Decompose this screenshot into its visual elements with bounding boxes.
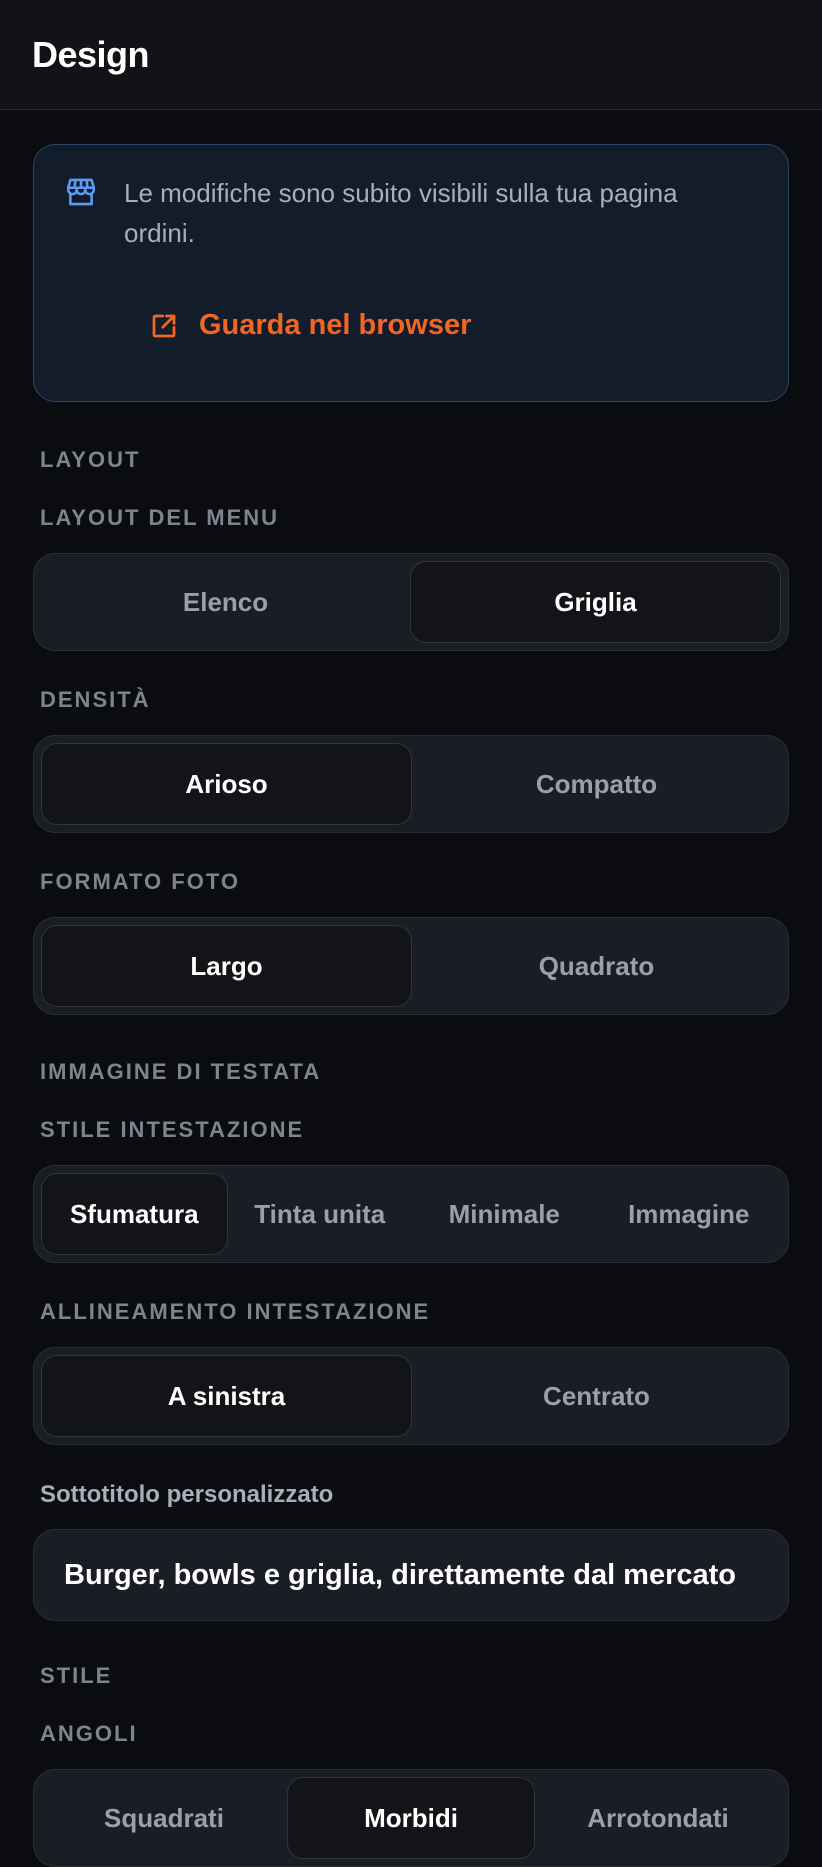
storefront-icon xyxy=(66,178,96,206)
view-in-browser-link[interactable]: Guarda nel browser xyxy=(149,309,471,342)
header-alignment-option-center[interactable]: Centrato xyxy=(412,1355,781,1437)
density-label: DENSITÀ xyxy=(40,687,151,712)
header-alignment-option-left[interactable]: A sinistra xyxy=(41,1355,412,1437)
photo-format-label: FORMATO FOTO xyxy=(40,869,240,894)
menu-layout-option-list[interactable]: Elenco xyxy=(41,561,410,643)
header-style-option-solid[interactable]: Tinta unita xyxy=(228,1173,413,1255)
header-style-option-image[interactable]: Immagine xyxy=(597,1173,782,1255)
density-selector: Arioso Compatto xyxy=(33,735,789,833)
section-style-label: STILE xyxy=(40,1663,113,1688)
corners-label: ANGOLI xyxy=(40,1721,138,1746)
custom-subtitle-label: Sottotitolo personalizzato xyxy=(40,1481,334,1508)
view-in-browser-label: Guarda nel browser xyxy=(199,309,472,341)
corners-option-square[interactable]: Squadrati xyxy=(41,1777,287,1859)
density-option-airy[interactable]: Arioso xyxy=(41,743,412,825)
photo-format-option-square[interactable]: Quadrato xyxy=(412,925,781,1007)
header-style-selector: Sfumatura Tinta unita Minimale Immagine xyxy=(33,1165,789,1263)
menu-layout-label: LAYOUT DEL MENU xyxy=(40,505,280,530)
photo-format-option-wide[interactable]: Largo xyxy=(41,925,412,1007)
header-style-option-gradient[interactable]: Sfumatura xyxy=(41,1173,228,1255)
external-link-icon xyxy=(152,314,176,337)
header-alignment-selector: A sinistra Centrato xyxy=(33,1347,789,1445)
custom-subtitle-input[interactable] xyxy=(33,1529,789,1621)
header-style-option-minimal[interactable]: Minimale xyxy=(412,1173,597,1255)
header-style-label: STILE INTESTAZIONE xyxy=(40,1117,305,1142)
info-text: Le modifiche sono subito visibili sulla … xyxy=(124,178,678,248)
corners-selector: Squadrati Morbidi Arrotondati xyxy=(33,1769,789,1867)
corners-option-soft[interactable]: Morbidi xyxy=(287,1777,535,1859)
section-header-image-label: IMMAGINE DI TESTATA xyxy=(40,1059,322,1084)
corners-option-rounded[interactable]: Arrotondati xyxy=(535,1777,781,1859)
info-card: Le modifiche sono subito visibili sulla … xyxy=(33,144,789,402)
photo-format-selector: Largo Quadrato xyxy=(33,917,789,1015)
page-title: Design xyxy=(32,34,150,75)
density-option-compact[interactable]: Compatto xyxy=(412,743,781,825)
app-header: Design xyxy=(0,0,822,110)
section-layout-label: LAYOUT xyxy=(40,447,141,472)
menu-layout-selector: Elenco Griglia xyxy=(33,553,789,651)
menu-layout-option-grid[interactable]: Griglia xyxy=(410,561,781,643)
header-alignment-label: ALLINEAMENTO INTESTAZIONE xyxy=(40,1299,431,1324)
